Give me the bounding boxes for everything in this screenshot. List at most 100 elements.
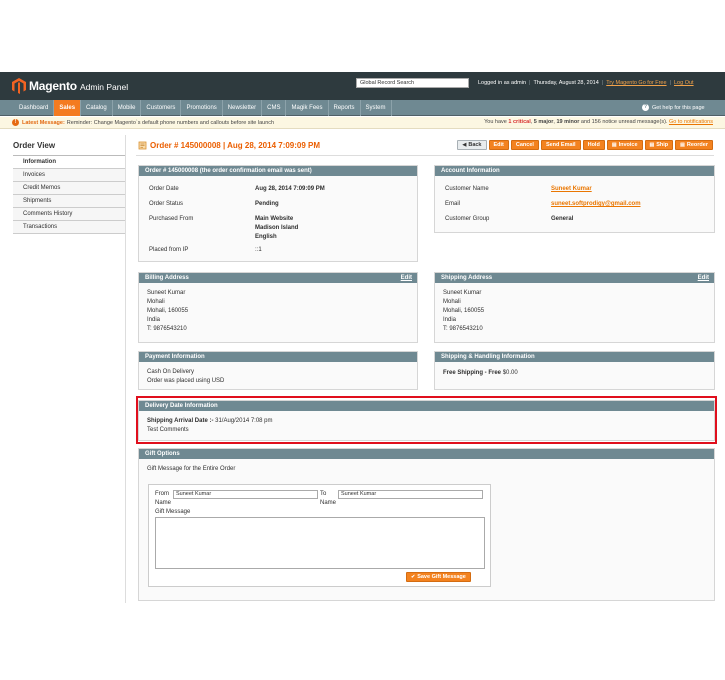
billing-address-title: Billing Address (145, 275, 189, 281)
nav-mobile[interactable]: Mobile (113, 100, 142, 116)
customer-email-link[interactable]: suneet.softprodigy@gmail.com (551, 200, 641, 209)
billing-line: Suneet Kumar (147, 290, 186, 296)
global-search-input[interactable]: Global Record Search (356, 78, 469, 88)
invoice-button-label: Invoice (618, 141, 638, 148)
ship-button[interactable]: ▤ Ship (644, 140, 674, 150)
nav-sales[interactable]: Sales (54, 100, 82, 116)
from-label: From (155, 491, 169, 497)
gift-message-label: Gift Message (155, 509, 191, 515)
gift-options-head: Gift Options (139, 449, 714, 459)
logged-in-text: Logged in as admin (478, 80, 527, 86)
shipping-address-box: Shipping Address Edit Suneet Kumar Mohali… (434, 272, 715, 343)
edit-button[interactable]: Edit (488, 140, 509, 150)
purchased-from: Main Website Madison Island English (255, 215, 298, 242)
nav-catalog[interactable]: Catalog (81, 100, 113, 116)
placed-ip-label: Placed from IP (149, 247, 189, 253)
purchased-website: Main Website (255, 216, 294, 222)
purchased-store: Madison Island (255, 225, 299, 231)
send-email-button[interactable]: Send Email (540, 140, 581, 150)
account-info-head: Account Information (435, 166, 714, 176)
magento-logo[interactable]: Magento Admin Panel (12, 78, 128, 94)
notif-major: 5 major (533, 119, 554, 125)
to-label: To (320, 491, 327, 497)
tab-credit-memos[interactable]: Credit Memos (13, 182, 125, 195)
shipping-method: Free Shipping - Free (443, 370, 502, 376)
billing-edit-link[interactable]: Edit (401, 273, 412, 283)
hold-button[interactable]: Hold (582, 140, 605, 150)
go-to-notifications-link[interactable]: Go to notifications (669, 119, 713, 125)
notif-prefix: You have (484, 119, 507, 125)
tab-comments-history[interactable]: Comments History (13, 208, 125, 221)
reorder-button-label: Reorder (686, 141, 708, 148)
save-icon: ✔ (411, 573, 416, 580)
shipping-line: Mohali, 160055 (443, 308, 485, 314)
logout-link[interactable]: Log Out (674, 80, 694, 86)
nav-reports[interactable]: Reports (329, 100, 361, 116)
notifications-summary: You have 1 critical, 5 major, 19 minor a… (484, 119, 713, 125)
save-gift-message-button[interactable]: ✔ Save Gift Message (406, 572, 471, 582)
reorder-button[interactable]: ▤ Reorder (675, 140, 713, 150)
brand-name: Magento (29, 79, 77, 93)
billing-line: T: 9876543210 (147, 326, 187, 332)
gift-from-input[interactable]: Suneet Kumar (173, 490, 318, 499)
customer-name-label: Customer Name (445, 186, 489, 192)
placed-ip: ::1 (255, 247, 262, 253)
tab-transactions[interactable]: Transactions (13, 221, 125, 234)
content-divider (125, 135, 126, 603)
tab-information[interactable]: Information (13, 156, 125, 169)
highlight-frame (136, 396, 717, 444)
invoice-button[interactable]: ▤ Invoice (606, 140, 643, 150)
shipping-edit-link[interactable]: Edit (698, 273, 709, 283)
account-info-box: Account Information Customer Name Suneet … (434, 165, 715, 233)
customer-group-label: Customer Group (445, 216, 490, 222)
tab-invoices[interactable]: Invoices (13, 169, 125, 182)
billing-line: Mohali, 160055 (147, 308, 189, 314)
shipping-handling-head: Shipping & Handling Information (435, 352, 714, 362)
from-name-label: Name (155, 500, 172, 506)
latest-message-text: Reminder: Change Magento`s default phone… (66, 119, 275, 126)
shipping-line: T: 9876543210 (443, 326, 483, 332)
shipping-handling-box: Shipping & Handling Information Free Shi… (434, 351, 715, 390)
billing-line: Mohali (147, 299, 165, 305)
back-icon: ◀ (462, 141, 467, 148)
gift-to-input[interactable]: Suneet Kumar (338, 490, 483, 499)
to-name-label: Name (320, 500, 337, 506)
gift-subtitle: Gift Message for the Entire Order (147, 466, 236, 472)
order-status: Pending (255, 201, 279, 207)
billing-address-head: Billing Address Edit (139, 273, 417, 283)
save-gift-message-label: Save Gift Message (417, 573, 466, 580)
back-button[interactable]: ◀ Back (457, 140, 487, 150)
shipping-price: $0.00 (502, 370, 518, 376)
order-icon (138, 141, 147, 150)
nav-dashboard[interactable]: Dashboard (14, 100, 55, 116)
nav-customers[interactable]: Customers (141, 100, 182, 116)
notif-critical: 1 critical (508, 119, 531, 125)
latest-message: ! Latest Message: Reminder: Change Magen… (12, 119, 274, 126)
nav-cms[interactable]: CMS (262, 100, 287, 116)
purchased-from-label: Purchased From (149, 216, 194, 222)
cancel-button[interactable]: Cancel (510, 140, 539, 150)
billing-line: India (147, 317, 161, 323)
nav-newsletter[interactable]: Newsletter (223, 100, 263, 116)
customer-name-link[interactable]: Suneet Kumar (551, 185, 592, 194)
customer-group: General (551, 216, 574, 222)
magento-logo-icon (12, 78, 26, 94)
order-view-tabs: Information Invoices Credit Memos Shipme… (13, 155, 125, 234)
payment-info-box: Payment Information Cash On Delivery Ord… (138, 351, 418, 390)
shipping-address-head: Shipping Address Edit (435, 273, 714, 283)
nav-promotions[interactable]: Promotions (181, 100, 223, 116)
gift-message-textarea[interactable] (155, 517, 485, 569)
invoice-icon: ▤ (611, 141, 617, 148)
brand-subtitle: Admin Panel (79, 82, 129, 92)
notif-notice: 156 notice unread message(s). (591, 119, 668, 125)
help-link[interactable]: ? Get help for this page (642, 104, 705, 111)
nav-system[interactable]: System (361, 100, 392, 116)
order-date: Aug 28, 2014 7:09:09 PM (255, 186, 325, 192)
header-links: Logged in as admin | Thursday, August 28, … (478, 80, 694, 86)
nav-magik-fees[interactable]: Magik Fees (286, 100, 329, 116)
tab-shipments[interactable]: Shipments (13, 195, 125, 208)
payment-currency: Order was placed using USD (147, 378, 225, 384)
help-link-label: Get help for this page (652, 104, 705, 111)
try-magento-go-link[interactable]: Try Magento Go for Free (606, 80, 666, 86)
billing-address-box: Billing Address Edit Suneet Kumar Mohali … (138, 272, 418, 343)
